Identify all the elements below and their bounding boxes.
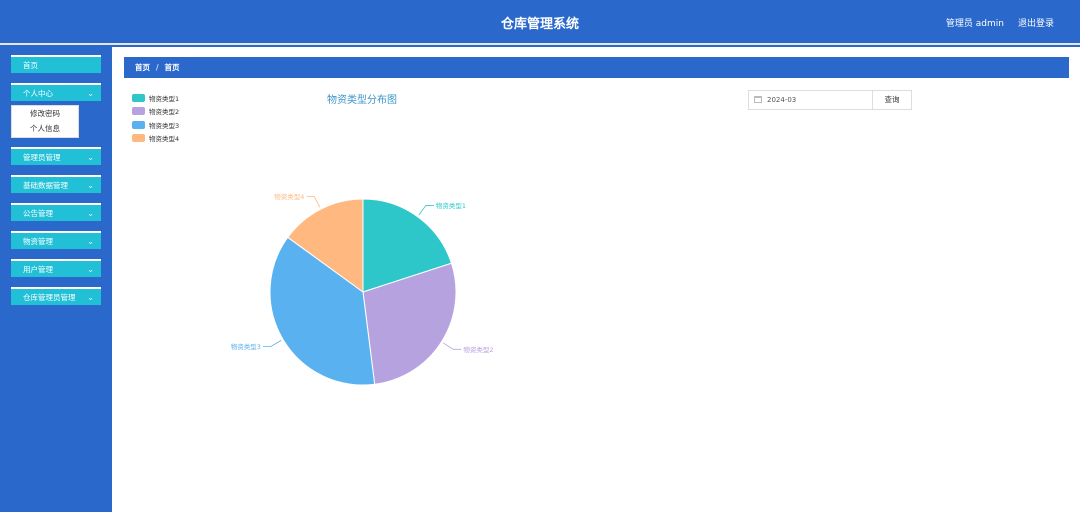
chevron-down-icon: ⌄ [87,237,94,246]
sidebar-item-users[interactable]: 用户管理 ⌄ [11,259,101,277]
sidebar-item-materials[interactable]: 物资管理 ⌄ [11,231,101,249]
pie-label-line [418,205,434,216]
chevron-down-icon: ⌄ [87,153,94,162]
pie-label-line [306,196,321,208]
pie-slice-label: 物资类型1 [436,201,466,210]
sidebar-item-label: 管理员管理 [23,153,61,162]
sidebar-item-label: 仓库管理员管理 [23,293,76,302]
pie-slice-label: 物资类型3 [231,342,261,351]
sidebar-item-admin-management[interactable]: 管理员管理 ⌄ [11,147,101,165]
pie-label-line [442,342,462,350]
submenu-item-profile[interactable]: 个人信息 [12,121,78,136]
sidebar-item-label: 公告管理 [23,209,53,218]
sidebar-item-warehouse-admins[interactable]: 仓库管理员管理 ⌄ [11,287,101,305]
app-title: 仓库管理系统 [500,17,579,32]
personal-center-submenu: 修改密码 个人信息 [11,105,79,138]
pie-slice-label: 物资类型4 [274,192,304,201]
sidebar-item-home[interactable]: 首页 [11,55,101,73]
chevron-down-icon: ⌄ [87,293,94,302]
sidebar-item-label: 首页 [23,61,38,70]
pie-label-line [262,340,282,347]
sidebar-item-label: 基础数据管理 [23,181,68,190]
sidebar-item-label: 用户管理 [23,265,53,274]
chevron-down-icon: ⌄ [87,89,94,98]
chevron-down-icon: ⌄ [87,181,94,190]
sidebar-item-basic-data[interactable]: 基础数据管理 ⌄ [11,175,101,193]
sidebar-item-announcements[interactable]: 公告管理 ⌄ [11,203,101,221]
logout-link[interactable]: 退出登录 [1018,16,1054,29]
chevron-down-icon: ⌄ [87,265,94,274]
pie-slice-label: 物资类型2 [463,345,493,354]
admin-user-label[interactable]: 管理员 admin [946,16,1004,29]
sidebar-item-label: 物资管理 [23,237,53,246]
sidebar-item-personal-center[interactable]: 个人中心 ⌄ [11,83,101,101]
top-header: 仓库管理系统 管理员 admin 退出登录 [0,0,1080,45]
csdn-watermark: CSDN @夜未央5788 [919,486,1065,504]
sidebar-item-label: 个人中心 [23,89,53,98]
pie-chart: 物资类型1 物资类型2 物资类型3 物资类型4 [231,192,493,386]
main-content: 首页 / 首页 物资类型1 物资类型2 物资类型3 物资类型4 物资类型分布图 20… [112,47,1080,512]
header-user-area: 管理员 admin 退出登录 [946,16,1054,29]
chevron-down-icon: ⌄ [87,209,94,218]
submenu-item-change-password[interactable]: 修改密码 [12,106,78,121]
